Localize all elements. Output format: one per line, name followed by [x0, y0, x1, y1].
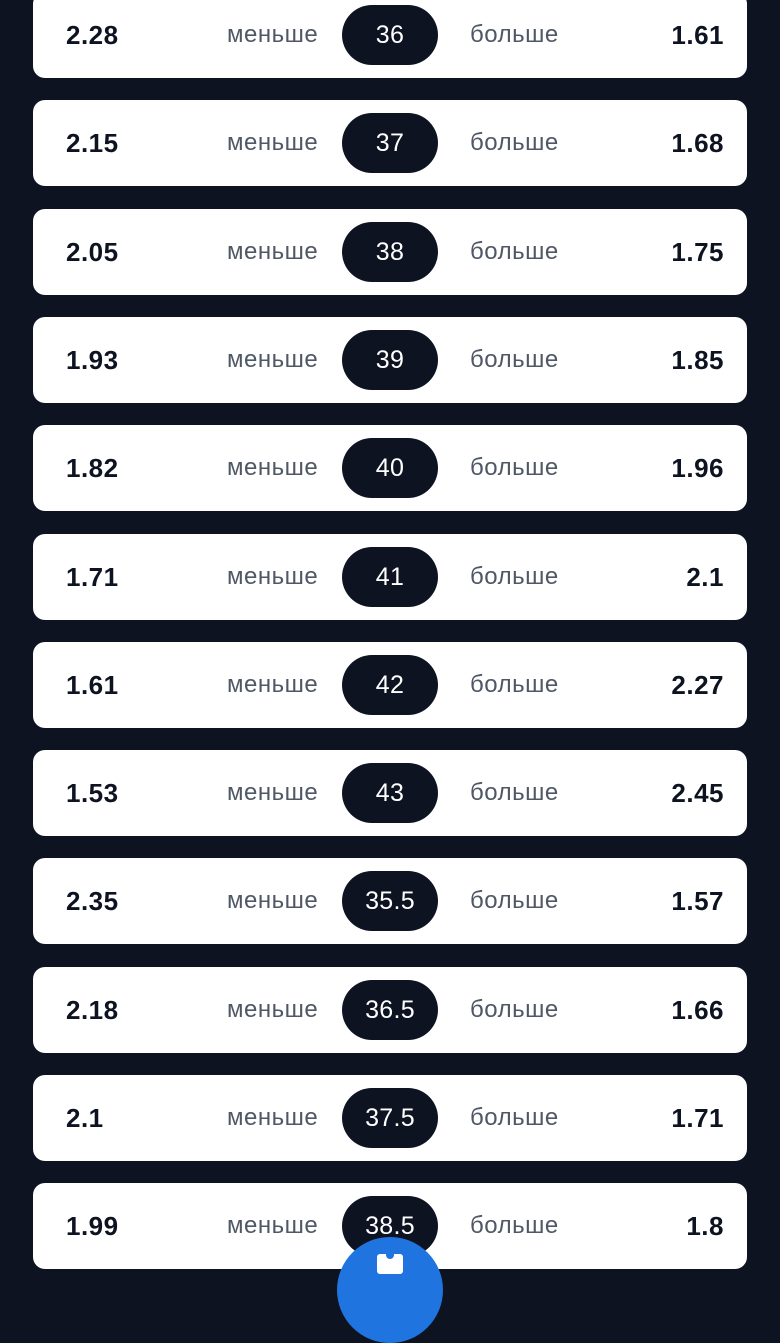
odds-row: 1.61 меньше 42 больше 2.27: [33, 642, 747, 728]
odds-row: 2.05 меньше 38 больше 1.75: [33, 209, 747, 295]
over-label: больше: [470, 1104, 559, 1131]
under-odds-button[interactable]: 2.35: [66, 858, 119, 944]
total-line-badge: 35.5: [342, 871, 438, 931]
under-odds-button[interactable]: 2.15: [66, 100, 119, 186]
under-label: меньше: [227, 563, 319, 590]
under-odds-button[interactable]: 2.1: [66, 1075, 104, 1161]
total-line-badge: 36: [342, 5, 438, 65]
total-line-badge: 37.5: [342, 1088, 438, 1148]
over-odds-button[interactable]: 1.71: [671, 1075, 724, 1161]
total-line-badge: 37: [342, 113, 438, 173]
total-line-badge: 38: [342, 222, 438, 282]
over-label: больше: [470, 779, 559, 806]
under-label: меньше: [227, 129, 319, 156]
odds-row: 1.82 меньше 40 больше 1.96: [33, 425, 747, 511]
odds-row: 2.1 меньше 37.5 больше 1.71: [33, 1075, 747, 1161]
bet-slip-icon: [377, 1249, 403, 1274]
under-odds-button[interactable]: 1.61: [66, 642, 119, 728]
under-odds-button[interactable]: 1.93: [66, 317, 119, 403]
under-odds-button[interactable]: 1.71: [66, 534, 119, 620]
under-label: меньше: [227, 454, 319, 481]
over-odds-button[interactable]: 1.57: [671, 858, 724, 944]
odds-row: 2.15 меньше 37 больше 1.68: [33, 100, 747, 186]
total-line-badge: 39: [342, 330, 438, 390]
under-label: меньше: [227, 1212, 319, 1239]
under-odds-button[interactable]: 1.53: [66, 750, 119, 836]
odds-row: 1.53 меньше 43 больше 2.45: [33, 750, 747, 836]
odds-row: 1.93 меньше 39 больше 1.85: [33, 317, 747, 403]
over-label: больше: [470, 563, 559, 590]
over-odds-button[interactable]: 2.1: [686, 534, 724, 620]
under-label: меньше: [227, 21, 319, 48]
under-odds-button[interactable]: 2.05: [66, 209, 119, 295]
over-odds-button[interactable]: 1.8: [686, 1183, 724, 1269]
odds-row: 2.35 меньше 35.5 больше 1.57: [33, 858, 747, 944]
under-label: меньше: [227, 779, 319, 806]
over-odds-button[interactable]: 1.75: [671, 209, 724, 295]
over-label: больше: [470, 346, 559, 373]
over-label: больше: [470, 238, 559, 265]
odds-row: 2.28 меньше 36 больше 1.61: [33, 0, 747, 78]
under-label: меньше: [227, 671, 319, 698]
total-line-badge: 43: [342, 763, 438, 823]
over-odds-button[interactable]: 1.68: [671, 100, 724, 186]
under-odds-button[interactable]: 1.82: [66, 425, 119, 511]
odds-row: 2.18 меньше 36.5 больше 1.66: [33, 967, 747, 1053]
over-odds-button[interactable]: 1.96: [671, 425, 724, 511]
over-odds-button[interactable]: 1.85: [671, 317, 724, 403]
over-label: больше: [470, 454, 559, 481]
over-label: больше: [470, 129, 559, 156]
over-odds-button[interactable]: 1.66: [671, 967, 724, 1053]
over-label: больше: [470, 996, 559, 1023]
total-line-badge: 42: [342, 655, 438, 715]
over-label: больше: [470, 887, 559, 914]
total-line-badge: 40: [342, 438, 438, 498]
under-odds-button[interactable]: 2.28: [66, 0, 119, 78]
bet-slip-button[interactable]: [337, 1237, 443, 1343]
under-label: меньше: [227, 346, 319, 373]
total-line-badge: 41: [342, 547, 438, 607]
over-odds-button[interactable]: 1.61: [671, 0, 724, 78]
under-label: меньше: [227, 996, 319, 1023]
over-odds-button[interactable]: 2.45: [671, 750, 724, 836]
over-label: больше: [470, 671, 559, 698]
under-label: меньше: [227, 238, 319, 265]
under-odds-button[interactable]: 2.18: [66, 967, 119, 1053]
over-label: больше: [470, 21, 559, 48]
under-odds-button[interactable]: 1.99: [66, 1183, 119, 1269]
over-label: больше: [470, 1212, 559, 1239]
total-line-badge: 36.5: [342, 980, 438, 1040]
under-label: меньше: [227, 887, 319, 914]
odds-row: 1.71 меньше 41 больше 2.1: [33, 534, 747, 620]
under-label: меньше: [227, 1104, 319, 1131]
odds-list: 2.28 меньше 36 больше 1.61 2.15 меньше 37 больше…: [0, 0, 780, 1280]
over-odds-button[interactable]: 2.27: [671, 642, 724, 728]
